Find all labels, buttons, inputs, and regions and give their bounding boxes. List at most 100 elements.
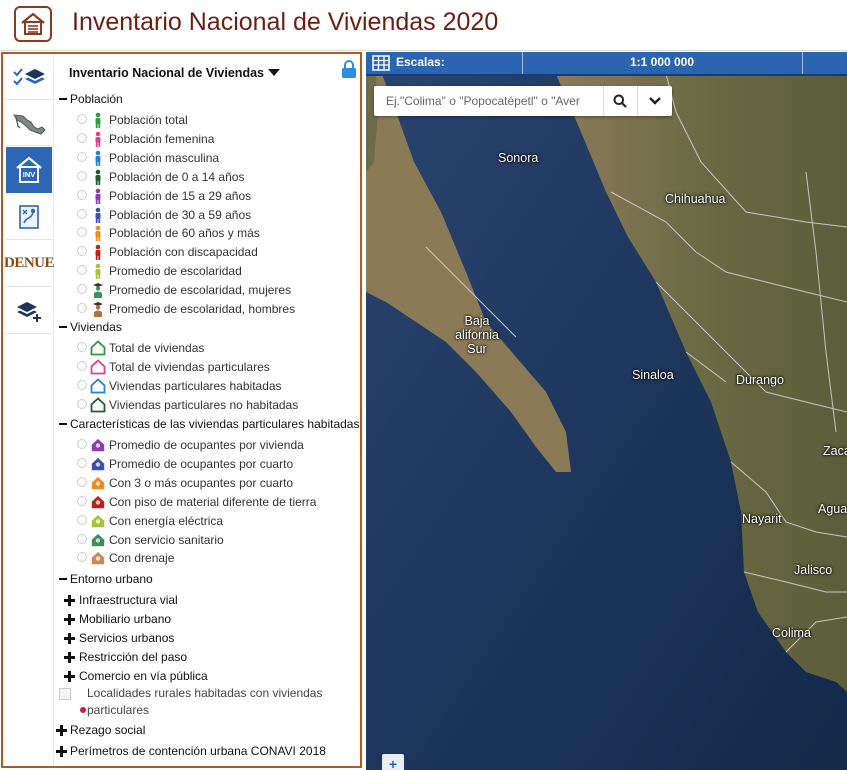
layer-item[interactable]: Población femenina xyxy=(55,130,355,148)
layer-radio[interactable] xyxy=(77,514,87,525)
group-label: Perímetros de contención urbana CONAVI 2… xyxy=(70,744,326,758)
group-poblacion[interactable]: Población xyxy=(55,90,355,108)
person-icon xyxy=(90,225,106,242)
search-button[interactable] xyxy=(603,86,636,116)
layer-radio[interactable] xyxy=(77,552,87,563)
inv-house-icon: INV xyxy=(16,156,42,183)
person-icon xyxy=(90,169,106,185)
layer-tree-dropdown[interactable]: Inventario Nacional de Viviendas xyxy=(69,66,280,80)
layer-label: Población de 0 a 14 años xyxy=(109,169,245,184)
zoom-in-button[interactable]: + xyxy=(382,754,404,770)
grid-icon xyxy=(372,55,390,71)
layer-item[interactable]: Viviendas particulares no habitadas xyxy=(55,396,355,414)
layer-localidades-rurales[interactable]: Localidades rurales habitadas con vivien… xyxy=(55,685,355,721)
layer-radio[interactable] xyxy=(77,265,87,276)
layer-item[interactable]: Con servicio sanitario xyxy=(55,531,355,549)
layer-item[interactable]: Población total xyxy=(55,111,355,129)
house-filled-icon xyxy=(90,475,106,491)
layer-item[interactable]: Con piso de material diferente de tierra xyxy=(55,493,355,511)
map-label-baja-california-sur: Baja alifornia Sur xyxy=(455,314,499,356)
subgroup-label: Restricción del paso xyxy=(79,650,188,664)
layer-radio[interactable] xyxy=(77,476,87,487)
search-options-button[interactable] xyxy=(637,86,672,116)
route-map-button[interactable] xyxy=(6,194,52,240)
layers-check-button[interactable] xyxy=(6,54,52,100)
layer-label: Población de 60 años y más xyxy=(109,226,260,241)
layer-radio[interactable] xyxy=(77,439,87,449)
layer-item[interactable]: Promedio de escolaridad, mujeres xyxy=(55,281,355,299)
red-dot-icon xyxy=(80,707,86,713)
layer-radio[interactable] xyxy=(77,380,87,390)
layer-radio[interactable] xyxy=(77,342,87,352)
layer-item[interactable]: Población con discapacidad xyxy=(55,243,355,261)
layer-item[interactable]: Con 3 o más ocupantes por cuarto xyxy=(55,474,355,492)
layer-radio[interactable] xyxy=(77,533,87,544)
layer-label: Promedio de ocupantes por cuarto xyxy=(109,456,294,471)
layer-item[interactable]: Con energía eléctrica xyxy=(55,512,355,530)
layer-item[interactable]: Viviendas particulares habitadas xyxy=(55,377,355,395)
layer-item[interactable]: Población de 15 a 29 años xyxy=(55,187,355,205)
app-title: Inventario Nacional de Viviendas 2020 xyxy=(72,8,499,36)
group-viviendas[interactable]: Viviendas xyxy=(55,318,355,336)
layer-item[interactable]: Promedio de ocupantes por cuarto xyxy=(55,455,355,473)
scale-bar: Escalas: 1:1 000 000 xyxy=(366,52,847,76)
expand-icon xyxy=(64,652,75,663)
layer-item[interactable]: Población masculina xyxy=(55,149,355,167)
layer-radio[interactable] xyxy=(77,303,87,313)
layer-checkbox[interactable] xyxy=(59,688,71,700)
layer-radio[interactable] xyxy=(77,189,87,200)
layer-label: Con piso de material diferente de tierra xyxy=(109,494,317,509)
lock-icon[interactable] xyxy=(341,60,357,81)
layer-radio[interactable] xyxy=(77,170,87,181)
house-filled-icon xyxy=(90,494,106,510)
layer-label: Promedio de escolaridad, hombres xyxy=(109,302,296,316)
map-label-sinaloa: Sinaloa xyxy=(632,368,674,382)
layer-item[interactable]: Población de 0 a 14 años xyxy=(55,168,355,186)
mexico-map-icon xyxy=(13,113,46,135)
house-outline-icon xyxy=(90,359,106,375)
house-outline-icon xyxy=(90,378,106,394)
person-icon xyxy=(90,188,106,204)
group-entorno-urbano[interactable]: Entorno urbano xyxy=(55,570,355,588)
map-label-nayarit: Nayarit xyxy=(742,512,782,526)
graduate-icon xyxy=(90,282,106,299)
layer-radio[interactable] xyxy=(77,361,87,371)
add-layer-button[interactable] xyxy=(6,288,52,334)
map-view[interactable]: Escalas: 1:1 000 000 Sonora Chihuahua Ba… xyxy=(366,52,847,770)
layer-radio[interactable] xyxy=(77,132,87,143)
layers-panel: INV DENUE Inventario Nacional de Viviend… xyxy=(1,52,362,768)
layer-item[interactable]: Población de 30 a 59 años xyxy=(55,206,355,224)
scale-value[interactable]: 1:1 000 000 xyxy=(522,55,802,69)
group-caracteristicas[interactable]: Características de las viviendas particu… xyxy=(55,415,359,433)
group-label: Población xyxy=(70,92,123,106)
expand-icon xyxy=(64,633,75,644)
layer-item[interactable]: Promedio de ocupantes por vivienda xyxy=(55,436,355,454)
layer-item[interactable]: Promedio de escolaridad, hombres xyxy=(55,300,355,318)
inv-button[interactable]: INV xyxy=(6,147,52,193)
layer-radio[interactable] xyxy=(77,495,87,506)
expand-icon xyxy=(56,725,67,736)
layer-tree-title: Inventario Nacional de Viviendas xyxy=(69,66,264,80)
layer-label: Población masculina xyxy=(109,150,220,165)
house-filled-icon xyxy=(90,550,106,566)
denue-button[interactable]: DENUE xyxy=(4,241,55,287)
layer-radio[interactable] xyxy=(77,151,87,162)
layer-label: Población femenina xyxy=(109,131,215,146)
layer-radio[interactable] xyxy=(77,457,87,468)
layer-item[interactable]: Promedio de escolaridad xyxy=(55,262,355,280)
location-search-box xyxy=(374,86,672,116)
location-search-input[interactable] xyxy=(374,86,600,116)
layer-radio[interactable] xyxy=(77,114,87,124)
layer-radio[interactable] xyxy=(77,399,87,409)
layer-label: Población total xyxy=(109,113,188,127)
layer-item[interactable]: Total de viviendas particulares xyxy=(55,358,355,376)
layer-item[interactable]: Total de viviendas xyxy=(55,339,355,357)
layer-radio[interactable] xyxy=(77,208,87,219)
person-icon xyxy=(90,150,106,166)
layer-item[interactable]: Población de 60 años y más xyxy=(55,224,355,242)
mexico-map-button[interactable] xyxy=(6,100,52,146)
layer-radio[interactable] xyxy=(77,284,87,295)
layer-radio[interactable] xyxy=(77,246,87,257)
layer-radio[interactable] xyxy=(77,227,87,238)
layer-item[interactable]: Con drenaje xyxy=(55,549,355,567)
